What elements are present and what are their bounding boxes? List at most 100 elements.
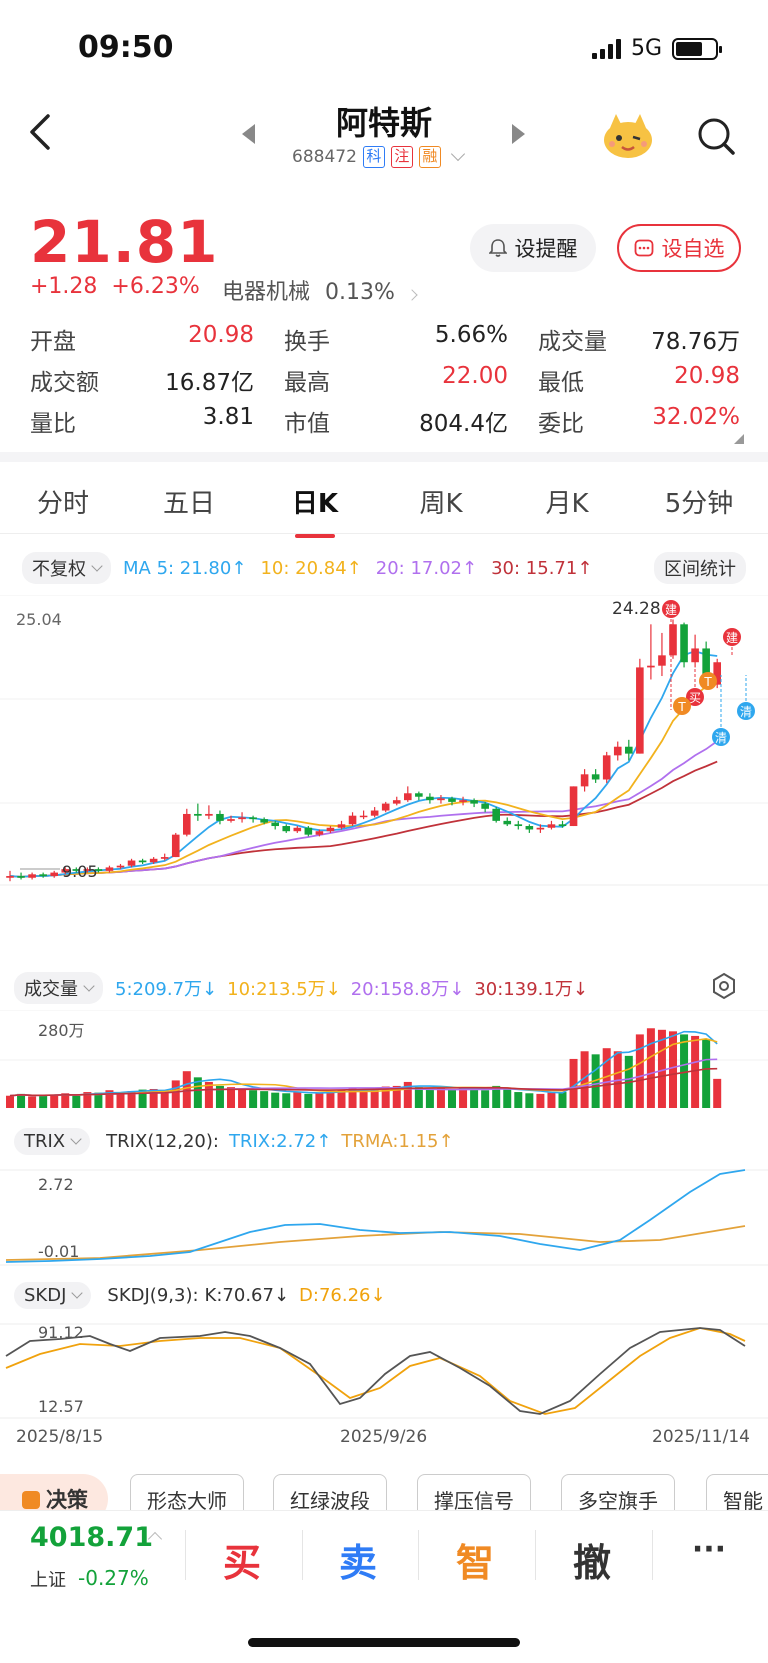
candle-body — [492, 808, 500, 821]
tab-3[interactable]: 周K — [378, 483, 504, 520]
candle-body — [381, 803, 390, 811]
next-stock-icon[interactable] — [512, 124, 525, 144]
trix-y-low-label: -0.01 — [38, 1242, 79, 1261]
tab-2[interactable]: 日K — [252, 483, 378, 538]
stats-row: 开盘 20.98 换手 5.66% 成交量 78.76万 — [30, 318, 740, 359]
trix-select[interactable]: TRIX — [14, 1127, 91, 1155]
stock-code: 688472 — [292, 147, 357, 167]
candle-body — [392, 800, 401, 804]
candle — [39, 872, 47, 878]
bell-icon — [488, 239, 507, 257]
ma10-label: 10: 20.84↑ — [260, 557, 362, 579]
adjust-select[interactable]: 不复权 — [22, 552, 111, 584]
candle — [28, 872, 36, 880]
range-stats-button[interactable]: 区间统计 — [654, 552, 746, 584]
settings-gear-icon[interactable] — [710, 972, 738, 1000]
stat-label: 委比 — [538, 410, 584, 437]
candle-body — [183, 813, 191, 835]
candle — [50, 870, 58, 878]
add-watchlist-button[interactable]: 设自选 — [617, 224, 741, 272]
index-value[interactable]: 4018.71 — [30, 1522, 153, 1553]
stat-value: 20.98 — [674, 362, 740, 389]
decision-button[interactable]: 决策 — [0, 1474, 108, 1514]
candle-body — [481, 803, 489, 809]
kline-chart[interactable]: 25.049.0524.28 建建买TT清清 — [0, 595, 768, 940]
candle — [503, 817, 512, 827]
volume-bar — [238, 1089, 247, 1108]
more-button[interactable]: ··· — [664, 1532, 754, 1567]
price-change: +1.28 — [30, 274, 98, 299]
tab-0[interactable]: 分时 — [0, 483, 126, 520]
feature-red-green-wave[interactable]: 红绿波段 — [273, 1474, 387, 1514]
candle — [569, 786, 578, 827]
skdj-k-value: K:70.67↓ — [204, 1284, 290, 1306]
volume-bar — [282, 1093, 291, 1108]
trix-chart[interactable]: 2.72 -0.01 — [0, 1160, 768, 1270]
buy-button[interactable]: 买 — [197, 1532, 287, 1587]
candle-body — [116, 865, 125, 868]
stat-label: 成交额 — [30, 369, 99, 396]
volume-bar — [514, 1092, 523, 1108]
chevron-down-icon[interactable] — [450, 146, 465, 162]
signal-marker-text: 清 — [715, 731, 727, 745]
set-reminder-button[interactable]: 设提醒 — [470, 224, 596, 272]
cancel-order-button[interactable]: 撤 — [547, 1532, 637, 1587]
separator — [652, 1530, 653, 1580]
candle — [415, 791, 423, 801]
feature-support-resistance[interactable]: 撑压信号 — [417, 1474, 531, 1514]
candle-body — [558, 824, 567, 827]
stat-label: 开盘 — [30, 328, 76, 355]
volume-bar — [503, 1089, 512, 1108]
candle-body — [536, 827, 545, 830]
candle-body — [227, 819, 235, 821]
corner-expand-icon[interactable] — [734, 434, 744, 444]
trix-line — [5, 1169, 746, 1263]
candle-body — [525, 826, 534, 830]
candle-body — [205, 813, 213, 816]
feature-pattern-master[interactable]: 形态大师 — [130, 1474, 244, 1514]
feature-smart[interactable]: 智能 — [706, 1474, 768, 1514]
price-change-pct: +6.23% — [111, 274, 200, 299]
search-icon[interactable] — [696, 116, 736, 156]
volume-bar — [558, 1092, 567, 1108]
signal-marker-text: 买 — [689, 691, 701, 705]
home-indicator — [248, 1638, 520, 1647]
candle-body — [149, 858, 158, 863]
separator — [418, 1530, 419, 1580]
volume-bar — [481, 1090, 490, 1108]
stat-item: 成交量 78.76万 — [538, 322, 740, 356]
index-change: -0.27% — [78, 1566, 149, 1590]
candle — [138, 858, 147, 864]
volume-chart[interactable]: 280万 — [0, 1010, 768, 1113]
decision-label: 决策 — [46, 1488, 88, 1512]
volume-bar — [50, 1094, 59, 1108]
sell-button[interactable]: 卖 — [313, 1532, 403, 1587]
skdj-legend-row: SKDJ SKDJ(9,3): K:70.67↓ D:76.26↓ — [0, 1279, 768, 1311]
smart-button[interactable]: 智 — [430, 1532, 520, 1587]
feature-strip: 决策 形态大师 红绿波段 撑压信号 多空旗手 智能 — [0, 1474, 768, 1514]
candle-body — [647, 665, 655, 668]
period-tabs: 分时 五日 日K 周K 月K 5分钟 — [0, 470, 768, 538]
volume-bar — [470, 1089, 479, 1108]
sector-link[interactable]: 电器机械 0.13% — [222, 274, 418, 306]
candle — [680, 622, 688, 668]
skdj-select[interactable]: SKDJ — [14, 1281, 92, 1309]
volume-bar — [359, 1089, 368, 1108]
skdj-chart[interactable]: 91.12 12.57 — [0, 1316, 768, 1426]
candle-body — [138, 860, 147, 863]
candle — [691, 634, 699, 668]
candle — [282, 824, 291, 833]
feature-bull-bear[interactable]: 多空旗手 — [561, 1474, 675, 1514]
stat-value: 804.4亿 — [419, 410, 508, 437]
tab-4[interactable]: 月K — [504, 483, 630, 520]
candle-body — [282, 826, 291, 832]
volume-bar — [171, 1080, 180, 1108]
vol30-label: 30:139.1万↓ — [474, 979, 588, 1000]
tab-1[interactable]: 五日 — [126, 483, 252, 520]
volume-select[interactable]: 成交量 — [14, 972, 103, 1004]
mascot-icon[interactable] — [600, 110, 656, 160]
volume-bar — [182, 1071, 191, 1108]
kline-high-label: 24.28 — [612, 599, 661, 619]
tab-5[interactable]: 5分钟 — [630, 483, 768, 520]
volume-bar — [72, 1095, 81, 1108]
